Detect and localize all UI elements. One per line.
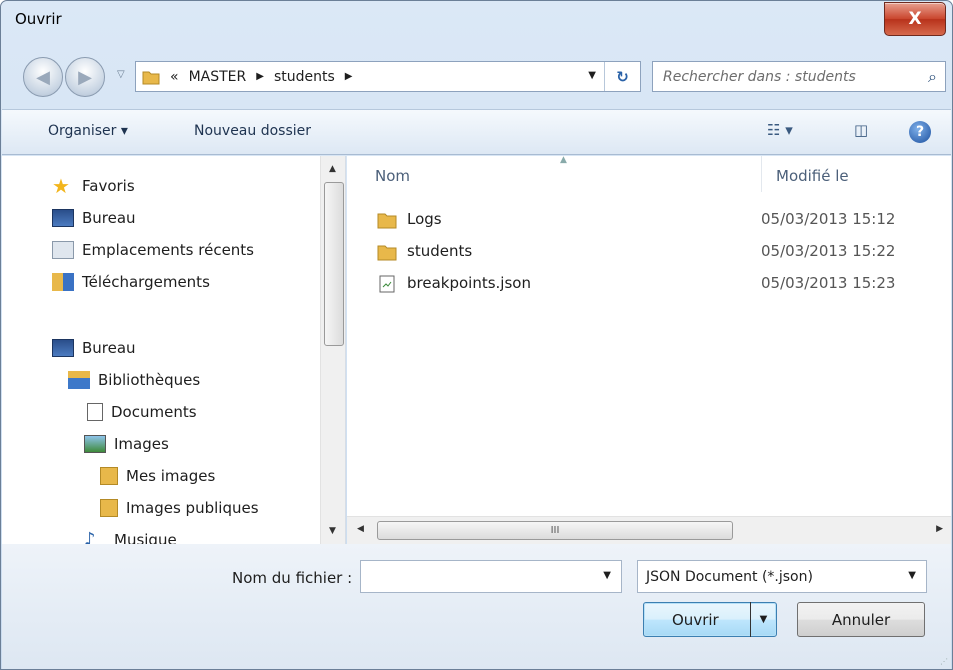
preview-pane-icon[interactable]: ◫ xyxy=(854,121,868,139)
sidebar-item-desktop[interactable]: Bureau xyxy=(52,206,136,230)
scroll-up-icon[interactable]: ▲ xyxy=(329,164,336,174)
folder-icon xyxy=(377,245,397,261)
file-row[interactable]: students 05/03/2013 15:22 xyxy=(377,240,947,266)
folder-icon xyxy=(100,467,118,485)
sidebar-item-public-pictures[interactable]: Images publiques xyxy=(100,496,259,520)
file-type-dropdown-icon: ▼ xyxy=(908,570,916,581)
open-options-dropdown[interactable]: ▼ xyxy=(750,602,776,637)
resize-grip-icon[interactable]: ⋰ xyxy=(940,657,948,666)
navigation-bar: ◀ ▶ ▽ « MASTER ▶ students ▶ ▼ ↻ Recherch… xyxy=(1,51,953,107)
refresh-icon: ↻ xyxy=(616,67,629,86)
address-dropdown-icon[interactable]: ▼ xyxy=(588,70,596,81)
command-bar: Organiser ▾ Nouveau dossier ☷ ▾ ◫ ? xyxy=(2,109,951,155)
folder-icon xyxy=(377,213,397,229)
music-icon: ♪ xyxy=(84,529,96,545)
sidebar-item-libraries[interactable]: Bibliothèques xyxy=(68,368,200,392)
scroll-left-icon[interactable]: ◀ xyxy=(357,524,364,534)
recent-places-icon xyxy=(52,241,74,259)
sidebar-item-desktop-root[interactable]: Bureau xyxy=(52,336,136,360)
sidebar-item-favorites[interactable]: ★ Favoris xyxy=(52,174,135,198)
desktop-icon xyxy=(52,339,74,357)
file-row[interactable]: Logs 05/03/2013 15:12 xyxy=(377,208,947,234)
open-dialog: Ouvrir X ◀ ▶ ▽ « MASTER ▶ students ▶ ▼ ↻… xyxy=(0,0,953,670)
sidebar-item-images[interactable]: Images xyxy=(84,432,169,456)
file-type-select[interactable]: JSON Document (*.json) ▼ xyxy=(637,560,927,593)
organize-button[interactable]: Organiser ▾ xyxy=(48,123,128,139)
scroll-right-icon[interactable]: ▶ xyxy=(936,524,943,534)
breadcrumb-overflow[interactable]: « xyxy=(170,69,179,85)
column-header-name[interactable]: Nom xyxy=(375,167,410,185)
sidebar-item-documents[interactable]: Documents xyxy=(84,400,197,424)
back-button[interactable]: ◀ xyxy=(23,57,63,97)
search-input[interactable]: Rechercher dans : students ⌕ xyxy=(652,61,946,92)
sort-ascending-icon: ▲ xyxy=(560,155,567,165)
back-arrow-icon: ◀ xyxy=(36,66,50,88)
filename-label: Nom du fichier : xyxy=(232,569,353,587)
filename-input[interactable]: ▼ xyxy=(360,560,622,593)
sidebar-item-downloads[interactable]: Téléchargements xyxy=(52,270,210,294)
horizontal-scrollbar[interactable]: ◀ III ▶ xyxy=(347,516,951,544)
window-title: Ouvrir xyxy=(15,10,62,28)
navigation-scrollbar[interactable]: ▲ ▼ xyxy=(320,156,345,544)
column-header-modified[interactable]: Modifié le xyxy=(776,167,849,185)
close-icon: X xyxy=(908,9,922,29)
navigation-pane: ★ Favoris Bureau Emplacements récents Té… xyxy=(2,156,346,544)
documents-icon xyxy=(87,403,103,421)
sidebar-item-music[interactable]: ♪ Musique xyxy=(84,528,177,545)
close-button[interactable]: X xyxy=(884,2,946,36)
scroll-down-icon[interactable]: ▼ xyxy=(329,526,336,536)
images-icon xyxy=(84,435,106,453)
cancel-button[interactable]: Annuler xyxy=(797,602,925,637)
folder-icon xyxy=(100,499,118,517)
forward-button[interactable]: ▶ xyxy=(65,57,105,97)
desktop-icon xyxy=(52,209,74,227)
star-icon: ★ xyxy=(52,174,70,198)
refresh-button[interactable]: ↻ xyxy=(604,62,640,91)
search-icon[interactable]: ⌕ xyxy=(928,67,937,87)
chevron-down-icon: ▼ xyxy=(759,614,768,625)
libraries-icon xyxy=(68,371,90,389)
folder-icon xyxy=(142,71,160,84)
scroll-thumb[interactable] xyxy=(324,182,344,346)
sidebar-item-recent-places[interactable]: Emplacements récents xyxy=(52,238,254,262)
forward-arrow-icon: ▶ xyxy=(78,66,92,88)
breadcrumb-separator-icon[interactable]: ▶ xyxy=(345,71,353,82)
help-icon[interactable]: ? xyxy=(909,121,931,143)
new-folder-button[interactable]: Nouveau dossier xyxy=(194,123,311,139)
breadcrumb-students[interactable]: students xyxy=(274,69,335,85)
breadcrumb-separator-icon[interactable]: ▶ xyxy=(256,71,264,82)
downloads-icon xyxy=(52,273,74,291)
sidebar-item-my-pictures[interactable]: Mes images xyxy=(100,464,215,488)
view-options-icon[interactable]: ☷ ▾ xyxy=(767,121,793,139)
json-file-icon xyxy=(379,275,395,293)
column-divider[interactable] xyxy=(761,156,762,192)
scroll-thumb[interactable]: III xyxy=(377,521,733,540)
breadcrumb-master[interactable]: MASTER xyxy=(189,69,247,85)
file-row[interactable]: breakpoints.json 05/03/2013 15:23 xyxy=(377,272,947,298)
dialog-footer: Nom du fichier : ▼ JSON Document (*.json… xyxy=(2,544,951,669)
recent-locations-dropdown[interactable]: ▽ xyxy=(117,69,125,80)
address-bar[interactable]: « MASTER ▶ students ▶ ▼ ↻ xyxy=(135,61,641,92)
filename-dropdown-icon[interactable]: ▼ xyxy=(603,570,611,581)
file-list: ▲ Nom Modifié le Logs 05/03/2013 15:12 s… xyxy=(347,155,951,544)
search-placeholder: Rechercher dans : students xyxy=(663,68,856,85)
